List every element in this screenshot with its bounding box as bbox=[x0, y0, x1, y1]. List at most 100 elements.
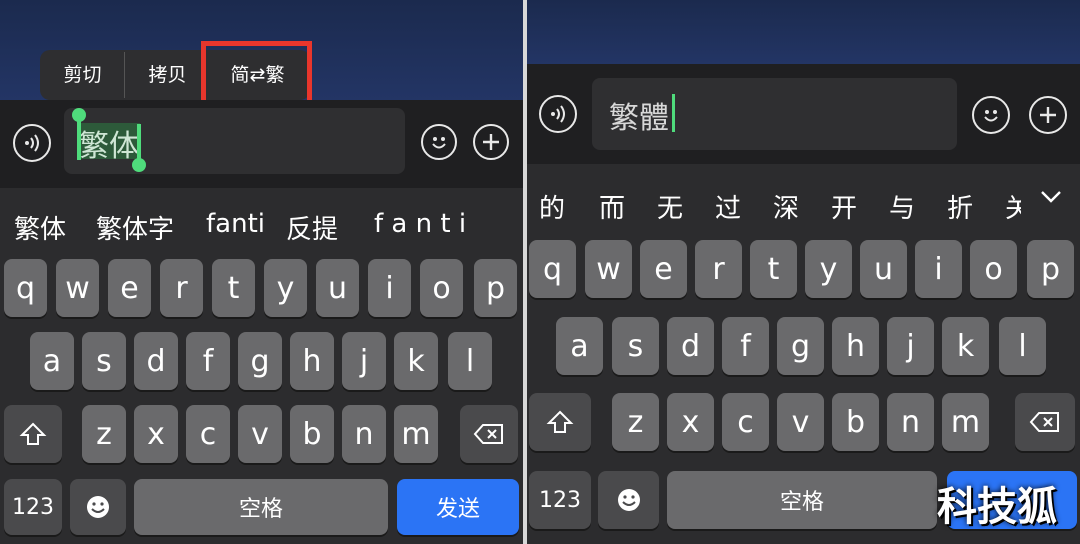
shift-key[interactable] bbox=[4, 405, 62, 463]
key-q[interactable]: q bbox=[4, 259, 47, 317]
emoji-key[interactable] bbox=[598, 471, 659, 529]
key-b[interactable]: b bbox=[290, 405, 334, 463]
key-n[interactable]: n bbox=[887, 393, 934, 451]
key-y[interactable]: y bbox=[805, 240, 852, 298]
key-t[interactable]: t bbox=[212, 259, 255, 317]
key-g[interactable]: g bbox=[238, 332, 282, 390]
key-c[interactable]: c bbox=[186, 405, 230, 463]
key-h[interactable]: h bbox=[290, 332, 334, 390]
key-p[interactable]: p bbox=[474, 259, 517, 317]
selection-knob-start[interactable] bbox=[72, 108, 86, 122]
candidate-4[interactable]: 反提 bbox=[286, 209, 338, 246]
chat-background bbox=[527, 0, 1080, 64]
numbers-key[interactable]: 123 bbox=[529, 471, 591, 529]
candidate-5[interactable]: f a n t i bbox=[374, 209, 466, 239]
candidate-8[interactable]: 折 bbox=[947, 188, 973, 225]
watermark: 科技狐 bbox=[937, 484, 1057, 530]
emoji-button[interactable] bbox=[421, 124, 457, 160]
key-j[interactable]: j bbox=[887, 317, 934, 375]
key-d[interactable]: d bbox=[134, 332, 178, 390]
plus-button[interactable] bbox=[1029, 96, 1067, 134]
key-b[interactable]: b bbox=[832, 393, 879, 451]
backspace-key[interactable] bbox=[1015, 393, 1075, 451]
menu-copy[interactable]: 拷贝 bbox=[125, 50, 210, 100]
key-f[interactable]: f bbox=[722, 317, 769, 375]
voice-icon bbox=[25, 134, 39, 152]
candidate-3[interactable]: fanti bbox=[206, 209, 265, 239]
highlight-box bbox=[201, 41, 312, 109]
key-n[interactable]: n bbox=[342, 405, 386, 463]
key-l[interactable]: l bbox=[999, 317, 1046, 375]
key-z[interactable]: z bbox=[82, 405, 126, 463]
key-v[interactable]: v bbox=[777, 393, 824, 451]
selection-knob-end[interactable] bbox=[132, 158, 146, 172]
left-screen: 剪切 拷贝 简⇄繁 繁体 繁体 繁体字 fanti 反提 f a n t i q… bbox=[0, 0, 523, 544]
key-f[interactable]: f bbox=[186, 332, 230, 390]
key-q[interactable]: q bbox=[529, 240, 576, 298]
candidate-1[interactable]: 的 bbox=[539, 188, 565, 225]
key-a[interactable]: a bbox=[556, 317, 603, 375]
candidate-7[interactable]: 与 bbox=[889, 188, 915, 225]
key-k[interactable]: k bbox=[942, 317, 989, 375]
key-x[interactable]: x bbox=[134, 405, 178, 463]
key-l[interactable]: l bbox=[448, 332, 492, 390]
backspace-key[interactable] bbox=[460, 405, 518, 463]
key-m[interactable]: m bbox=[394, 405, 438, 463]
emoji-key-icon bbox=[617, 489, 640, 511]
plus-icon bbox=[1040, 107, 1056, 123]
menu-cut[interactable]: 剪切 bbox=[40, 50, 125, 100]
key-o[interactable]: o bbox=[420, 259, 463, 317]
candidate-overflow: 关 bbox=[1005, 184, 1021, 224]
key-s[interactable]: s bbox=[612, 317, 659, 375]
key-e[interactable]: e bbox=[108, 259, 151, 317]
shift-icon bbox=[546, 410, 574, 433]
key-t[interactable]: t bbox=[750, 240, 797, 298]
candidate-3[interactable]: 无 bbox=[657, 188, 683, 225]
candidate-9[interactable]: 关 bbox=[1005, 188, 1021, 224]
candidate-2[interactable]: 繁体字 bbox=[96, 209, 174, 246]
key-h[interactable]: h bbox=[832, 317, 879, 375]
key-u[interactable]: u bbox=[316, 259, 359, 317]
key-u[interactable]: u bbox=[860, 240, 907, 298]
candidate-5[interactable]: 深 bbox=[773, 188, 799, 225]
key-s[interactable]: s bbox=[82, 332, 126, 390]
key-o[interactable]: o bbox=[970, 240, 1017, 298]
key-e[interactable]: e bbox=[640, 240, 687, 298]
key-c[interactable]: c bbox=[722, 393, 769, 451]
key-w[interactable]: w bbox=[56, 259, 99, 317]
key-j[interactable]: j bbox=[342, 332, 386, 390]
key-g[interactable]: g bbox=[777, 317, 824, 375]
space-key[interactable]: 空格 bbox=[134, 479, 388, 535]
candidate-1[interactable]: 繁体 bbox=[14, 209, 66, 246]
key-r[interactable]: r bbox=[695, 240, 742, 298]
candidate-6[interactable]: 开 bbox=[831, 188, 857, 225]
key-i[interactable]: i bbox=[368, 259, 411, 317]
key-d[interactable]: d bbox=[667, 317, 714, 375]
expand-candidates-button[interactable] bbox=[1035, 184, 1067, 210]
key-w[interactable]: w bbox=[585, 240, 632, 298]
selected-text: 繁体 bbox=[79, 129, 139, 164]
send-key[interactable]: 发送 bbox=[397, 479, 519, 535]
key-y[interactable]: y bbox=[264, 259, 307, 317]
voice-button[interactable] bbox=[539, 95, 577, 133]
space-key[interactable]: 空格 bbox=[667, 471, 937, 529]
voice-button[interactable] bbox=[13, 124, 51, 162]
key-a[interactable]: a bbox=[30, 332, 74, 390]
key-k[interactable]: k bbox=[394, 332, 438, 390]
numbers-key[interactable]: 123 bbox=[4, 479, 62, 535]
plus-button[interactable] bbox=[473, 124, 509, 160]
key-p[interactable]: p bbox=[1027, 240, 1074, 298]
key-x[interactable]: x bbox=[667, 393, 714, 451]
candidate-4[interactable]: 过 bbox=[715, 188, 741, 225]
key-z[interactable]: z bbox=[612, 393, 659, 451]
backspace-icon bbox=[473, 424, 503, 444]
key-v[interactable]: v bbox=[238, 405, 282, 463]
backspace-icon bbox=[1029, 412, 1059, 432]
emoji-button[interactable] bbox=[972, 96, 1010, 134]
key-m[interactable]: m bbox=[942, 393, 989, 451]
key-i[interactable]: i bbox=[915, 240, 962, 298]
key-r[interactable]: r bbox=[160, 259, 203, 317]
candidate-2[interactable]: 而 bbox=[599, 188, 625, 225]
shift-key[interactable] bbox=[529, 393, 591, 451]
emoji-key[interactable] bbox=[70, 479, 126, 535]
